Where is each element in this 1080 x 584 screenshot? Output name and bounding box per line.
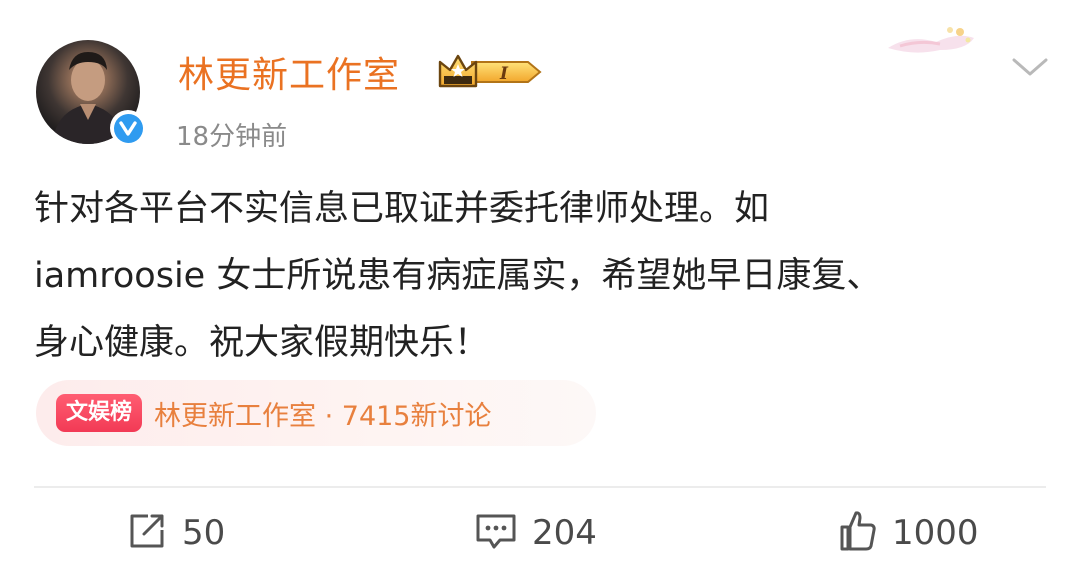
topic-text: 林更新工作室 · 7415新讨论 (154, 400, 492, 432)
comment-count: 204 (532, 513, 597, 553)
repost-button[interactable]: 50 (126, 508, 225, 558)
chevron-down-icon[interactable] (1010, 54, 1050, 80)
decoration-sticker-icon (880, 20, 980, 60)
repost-icon (126, 510, 168, 556)
divider (34, 486, 1046, 488)
thumbs-up-icon (838, 509, 878, 557)
topic-chip[interactable]: 文娱榜 林更新工作室 · 7415新讨论 (36, 380, 596, 446)
post-body: 针对各平台不实信息已取证并委托律师处理。如 iamroosie 女士所说患有病症… (34, 176, 1044, 377)
verified-badge (110, 110, 146, 146)
comment-button[interactable]: 204 (474, 508, 597, 558)
comment-icon (474, 510, 518, 556)
avatar[interactable] (36, 40, 146, 146)
post-text-line: 身心健康。祝大家假期快乐！ (34, 323, 490, 363)
post-text-line: 针对各平台不实信息已取证并委托律师处理。如 (34, 189, 770, 229)
like-count: 1000 (892, 513, 979, 553)
username[interactable]: 林更新工作室 (178, 46, 400, 98)
repost-count: 50 (182, 513, 226, 553)
post-timestamp: 18分钟前 (176, 122, 288, 152)
topic-tag: 文娱榜 (56, 394, 143, 432)
crown-vip-icon[interactable]: I (436, 52, 546, 92)
weibo-post-card: 林更新工作室 I 18分钟前 针对各平台不实信息已取证并委托律师处理。如 iam… (0, 0, 1080, 584)
verified-v-icon (113, 113, 143, 143)
post-text-line: iamroosie 女士所说患有病症属实，希望她早日康复、 (34, 256, 882, 296)
like-button[interactable]: 1000 (838, 508, 979, 558)
vip-level: I (499, 64, 509, 84)
